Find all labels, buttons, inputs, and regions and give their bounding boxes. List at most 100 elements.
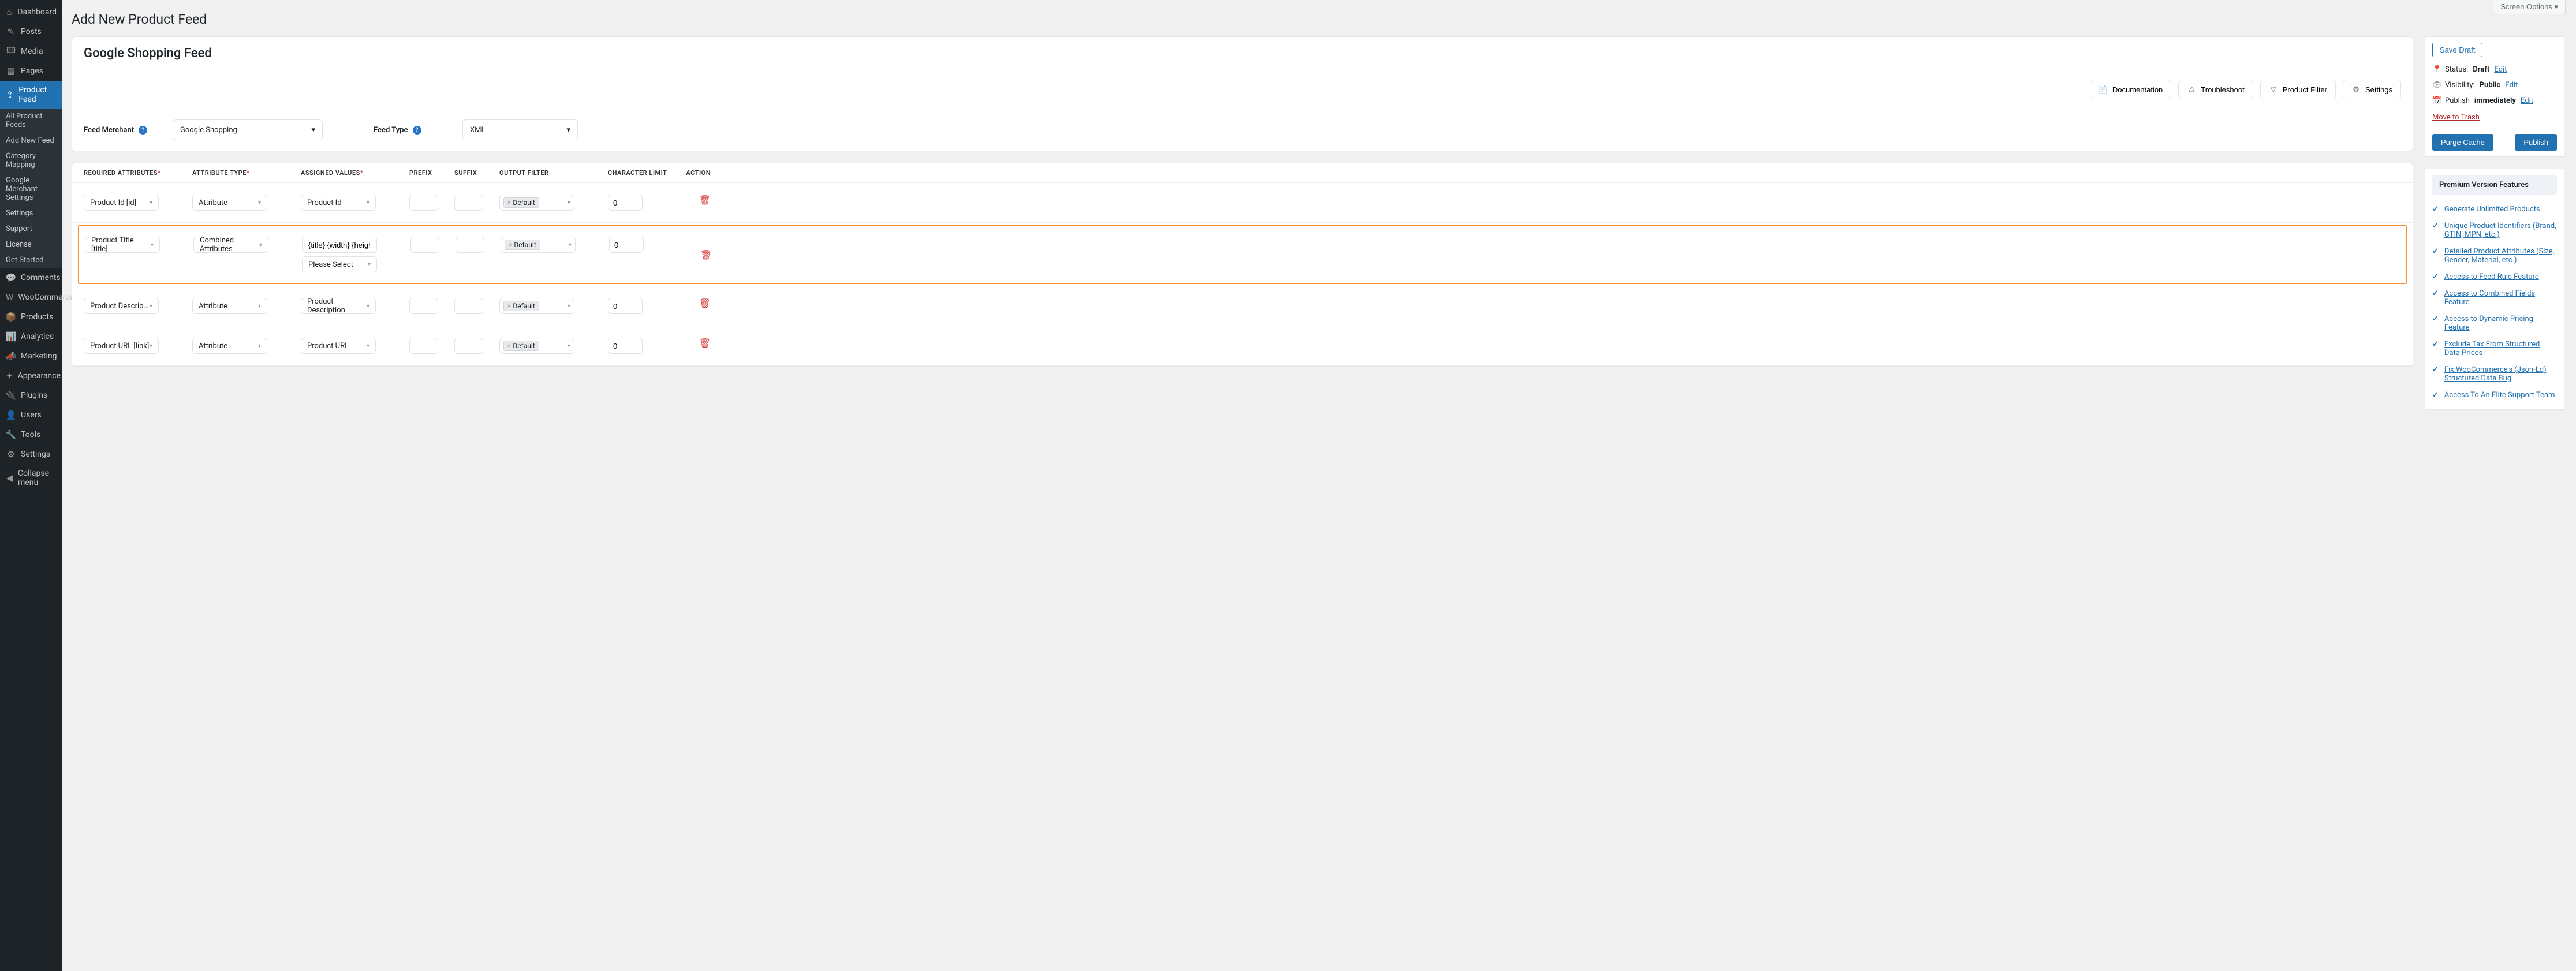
feature-item: ✓Detailed Product Attributes (Size, Gend…	[2432, 243, 2557, 268]
tools-icon: 🔧	[6, 430, 16, 440]
remove-icon[interactable]: ×	[509, 242, 512, 248]
edit-status-link[interactable]: Edit	[2494, 65, 2507, 74]
prefix-input[interactable]	[409, 298, 438, 314]
screen-options-button[interactable]: Screen Options ▾	[2493, 0, 2566, 14]
prefix-input[interactable]	[410, 237, 439, 253]
output-filter-select[interactable]: ×Default▾	[499, 338, 574, 354]
edit-visibility-link[interactable]: Edit	[2505, 81, 2518, 89]
save-draft-button[interactable]: Save Draft	[2432, 43, 2482, 57]
required-attr-select[interactable]: Product Description [description]▾	[84, 298, 159, 314]
filter-chip[interactable]: ×Default	[503, 197, 539, 208]
delete-row-button[interactable]: 🗑	[676, 298, 711, 309]
check-icon: ✓	[2432, 391, 2439, 399]
sidebar-item-woocommerce[interactable]: WWooCommerce	[0, 287, 62, 307]
suffix-input[interactable]	[454, 298, 483, 314]
publish-button[interactable]: Publish	[2515, 134, 2557, 151]
feature-link[interactable]: Exclude Tax From Structured Data Prices	[2444, 340, 2557, 357]
feature-link[interactable]: Access To An Elite Support Team.	[2444, 391, 2557, 399]
remove-icon[interactable]: ×	[507, 200, 510, 206]
feature-link[interactable]: Access to Feed Rule Feature	[2444, 272, 2539, 281]
chevron-down-icon: ▾	[568, 200, 570, 206]
required-attr-select[interactable]: Product Title [title]▾	[85, 237, 160, 253]
chevron-down-icon: ▾	[367, 303, 369, 309]
attr-type-select[interactable]: Combined Attributes▾	[193, 237, 268, 253]
sidebar-item-pages[interactable]: ▤Pages	[0, 61, 62, 81]
delete-row-button[interactable]: 🗑	[676, 338, 711, 349]
suffix-input[interactable]	[454, 338, 483, 354]
filter-chip[interactable]: ×Default	[503, 301, 539, 311]
required-attr-select[interactable]: Product URL [link]▾	[84, 338, 159, 354]
sidebar-item-comments[interactable]: 💬Comments	[0, 268, 62, 287]
char-limit-input[interactable]	[609, 237, 644, 253]
help-icon[interactable]: ?	[413, 126, 421, 135]
table-row: Product Description [description]▾ Attri…	[72, 286, 2413, 326]
purge-cache-button[interactable]: Purge Cache	[2432, 134, 2493, 151]
sidebar-item-posts[interactable]: ✎Posts	[0, 22, 62, 42]
output-filter-select[interactable]: ×Default▾	[501, 237, 576, 253]
dashboard-icon: ⌂	[6, 7, 13, 17]
assigned-value-select[interactable]: Product Id▾	[301, 195, 376, 211]
sidebar-item-users[interactable]: 👤Users	[0, 405, 62, 425]
filter-chip[interactable]: ×Default	[503, 341, 539, 351]
delete-row-button[interactable]: 🗑	[676, 195, 711, 206]
product-filter-button[interactable]: ▽Product Filter	[2260, 80, 2336, 99]
char-limit-input[interactable]	[608, 195, 643, 211]
prefix-input[interactable]	[409, 195, 438, 211]
output-filter-select[interactable]: ×Default ▾	[499, 195, 574, 211]
chevron-down-icon: ▾	[258, 200, 261, 206]
suffix-input[interactable]	[456, 237, 484, 253]
feature-link[interactable]: Fix WooCommerce's (Json-Ld) Structured D…	[2444, 365, 2557, 383]
troubleshoot-button[interactable]: ⚠Troubleshoot	[2178, 80, 2253, 99]
feature-link[interactable]: Unique Product Identifiers (Brand, GTIN,…	[2444, 222, 2557, 239]
attr-type-select[interactable]: Attribute▾	[192, 338, 267, 354]
output-filter-select[interactable]: ×Default▾	[499, 298, 574, 314]
prefix-input[interactable]	[409, 338, 438, 354]
feature-link[interactable]: Detailed Product Attributes (Size, Gende…	[2444, 247, 2557, 264]
assigned-value-select[interactable]: Product Description▾	[301, 298, 376, 314]
sub-get-started[interactable]: Get Started	[0, 252, 62, 268]
char-limit-input[interactable]	[608, 298, 643, 314]
feature-link[interactable]: Access to Dynamic Pricing Feature	[2444, 315, 2557, 332]
help-icon[interactable]: ?	[139, 126, 147, 135]
eye-icon: 👁	[2432, 81, 2440, 89]
remove-icon[interactable]: ×	[507, 303, 510, 309]
sub-google-merchant[interactable]: Google Merchant Settings	[0, 173, 62, 206]
sub-settings[interactable]: Settings	[0, 206, 62, 221]
assigned-value-input[interactable]	[302, 237, 377, 253]
sub-add-new[interactable]: Add New Feed	[0, 133, 62, 148]
sidebar-item-tools[interactable]: 🔧Tools	[0, 425, 62, 445]
documentation-button[interactable]: 📄Documentation	[2090, 80, 2171, 99]
required-attr-select[interactable]: Product Id [id]▾	[84, 195, 159, 211]
sidebar-item-analytics[interactable]: 📊Analytics	[0, 327, 62, 346]
filter-chip[interactable]: ×Default	[505, 240, 540, 250]
feed-type-select[interactable]: XML▾	[462, 119, 578, 140]
sub-all-feeds[interactable]: All Product Feeds	[0, 109, 62, 133]
attr-type-select[interactable]: Attribute▾	[192, 195, 267, 211]
delete-row-button[interactable]: 🗑	[677, 249, 712, 260]
edit-schedule-link[interactable]: Edit	[2521, 96, 2533, 105]
status-line: 📍Status: Draft Edit	[2432, 62, 2557, 77]
settings-button[interactable]: ⚙Settings	[2343, 80, 2401, 99]
sidebar-item-appearance[interactable]: ✦Appearance	[0, 366, 62, 386]
sidebar-item-plugins[interactable]: 🔌Plugins	[0, 386, 62, 405]
char-limit-input[interactable]	[608, 338, 643, 354]
assigned-value-select[interactable]: Please Select▾	[302, 256, 377, 272]
sidebar-item-products[interactable]: 📦Products	[0, 307, 62, 327]
feature-link[interactable]: Access to Combined Fields Feature	[2444, 289, 2557, 307]
sidebar-collapse[interactable]: ◀Collapse menu	[0, 464, 62, 492]
sub-category-mapping[interactable]: Category Mapping	[0, 148, 62, 173]
assigned-value-select[interactable]: Product URL▾	[301, 338, 376, 354]
move-to-trash-link[interactable]: Move to Trash	[2432, 113, 2480, 122]
sidebar-item-dashboard[interactable]: ⌂Dashboard	[0, 2, 62, 22]
remove-icon[interactable]: ×	[507, 343, 510, 349]
suffix-input[interactable]	[454, 195, 483, 211]
sub-support[interactable]: Support	[0, 221, 62, 237]
feed-merchant-select[interactable]: Google Shopping▾	[173, 119, 323, 140]
sidebar-item-media[interactable]: 🖾Media	[0, 42, 62, 61]
sidebar-item-product-feed[interactable]: ⇪Product Feed	[0, 81, 62, 109]
sidebar-item-marketing[interactable]: 📣Marketing	[0, 346, 62, 366]
attr-type-select[interactable]: Attribute▾	[192, 298, 267, 314]
sidebar-item-settings[interactable]: ⚙Settings	[0, 445, 62, 464]
feature-link[interactable]: Generate Unlimited Products	[2444, 205, 2540, 214]
sub-license[interactable]: License	[0, 237, 62, 252]
